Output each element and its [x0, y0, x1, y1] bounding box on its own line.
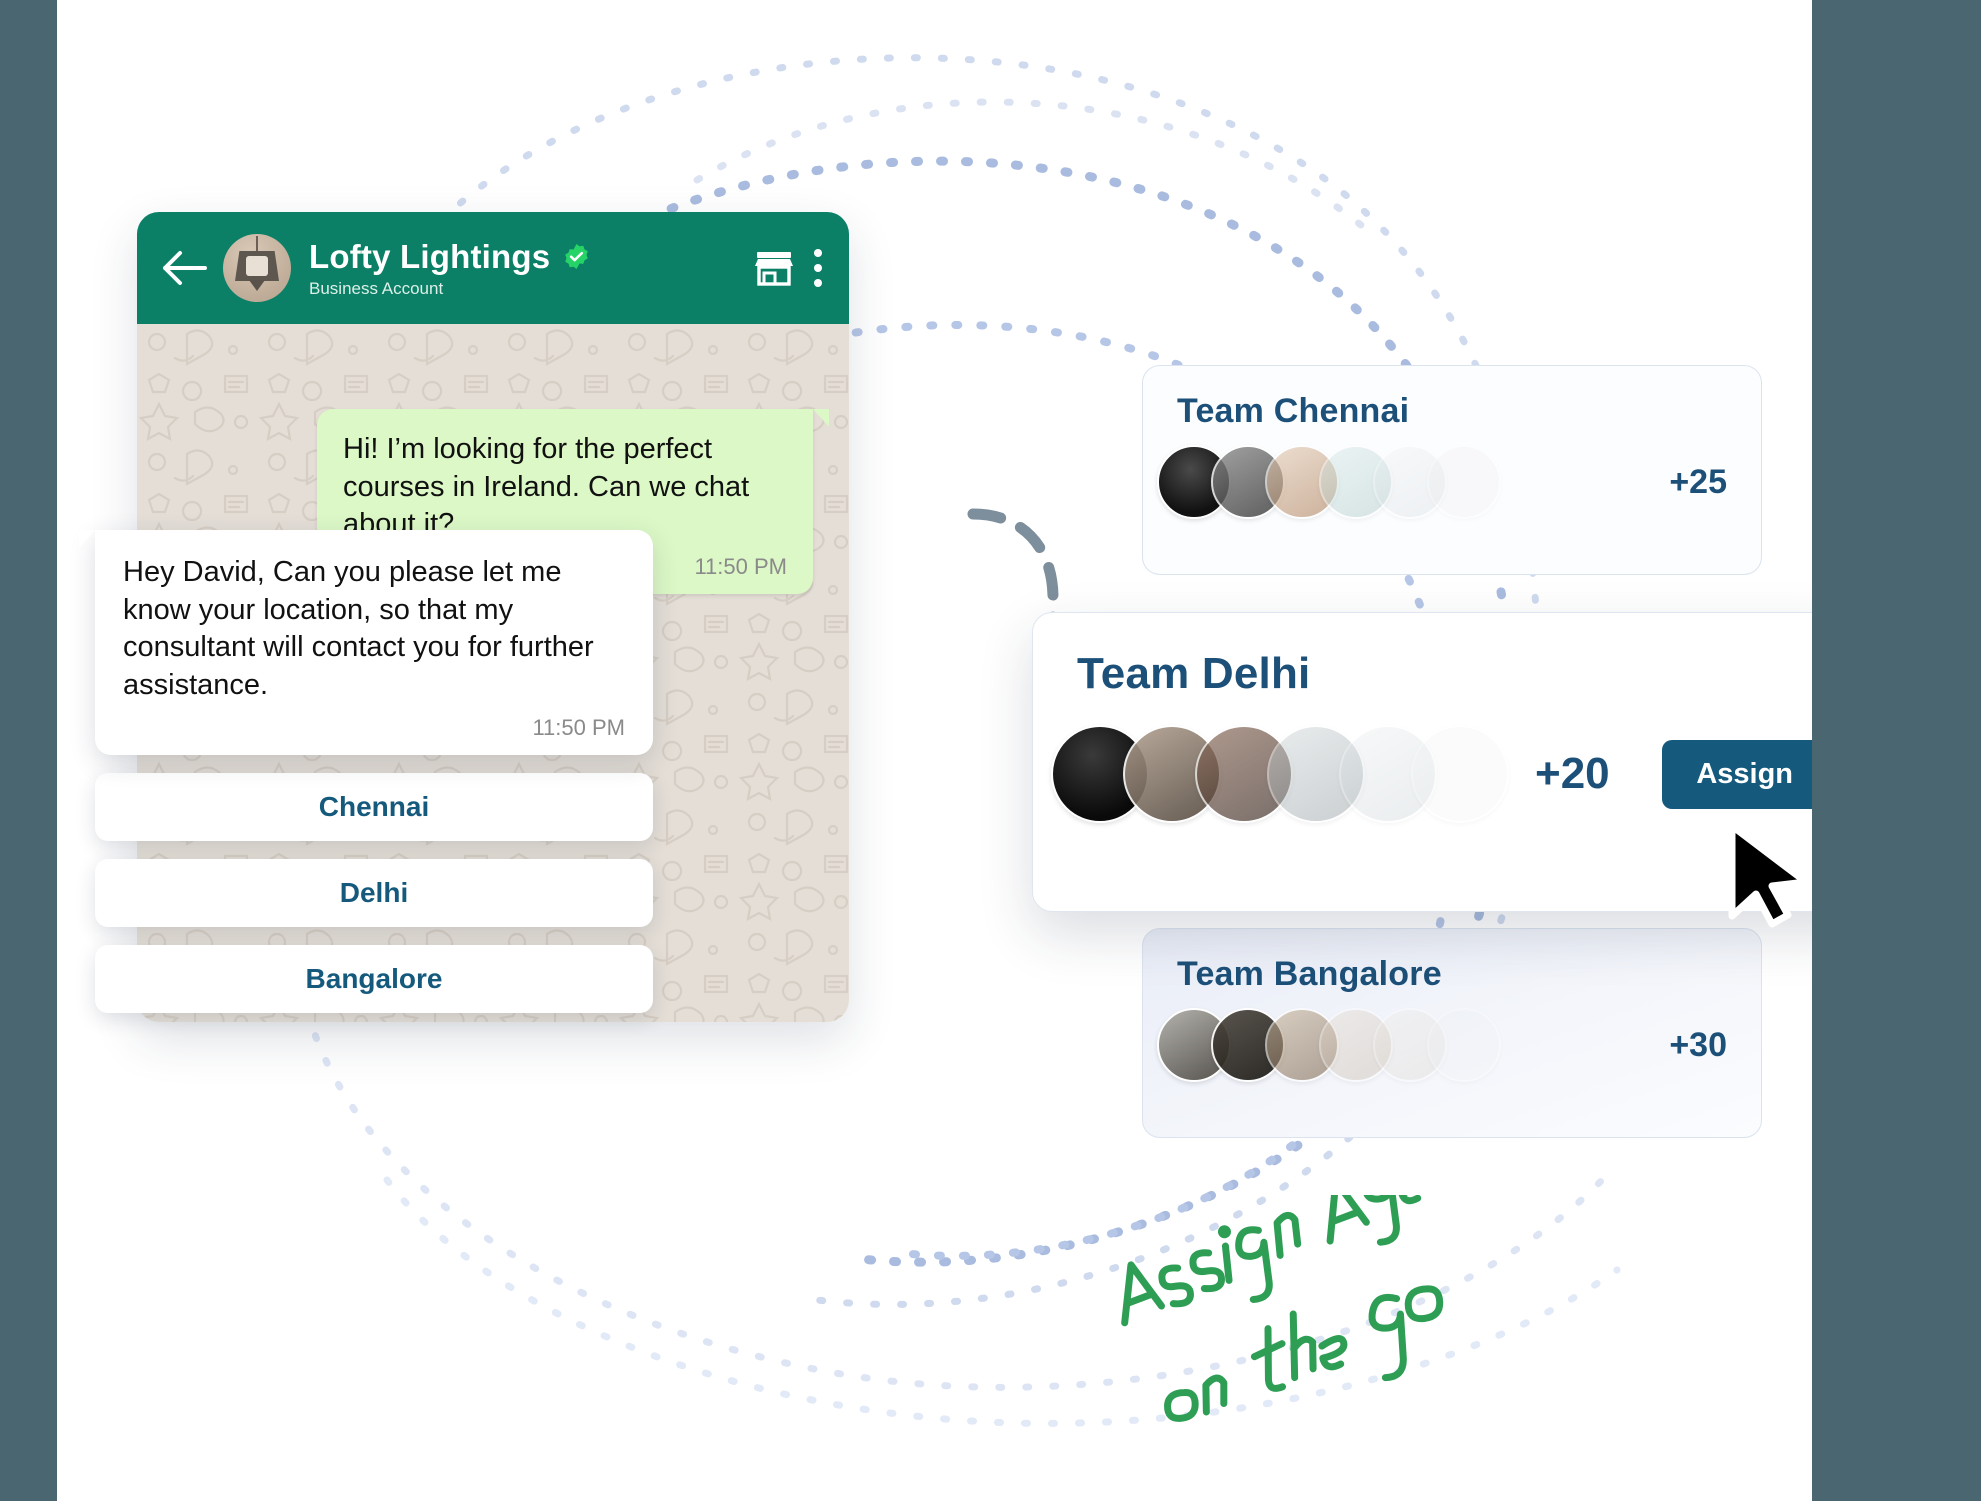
- avatar[interactable]: [223, 234, 291, 302]
- quick-reply-chennai[interactable]: Chennai: [95, 772, 653, 841]
- message-text: Hi! I’m looking for the perfect courses …: [343, 433, 750, 541]
- back-arrow-icon[interactable]: [161, 249, 207, 287]
- avatar-stack: [1157, 1008, 1501, 1082]
- team-card-bangalore[interactable]: Team Bangalore +30: [1142, 928, 1762, 1138]
- message-text: Hey David, Can you please let me know yo…: [123, 556, 594, 702]
- mouse-pointer-icon: [1728, 822, 1810, 928]
- storefront-icon[interactable]: [755, 250, 793, 286]
- team-card-delhi[interactable]: Team Delhi +20 Assign: [1032, 612, 1812, 912]
- team-name: Team Delhi: [1077, 649, 1311, 698]
- quick-reply-bangalore[interactable]: Bangalore: [95, 944, 653, 1013]
- chat-identity: Lofty Lightings Business Account: [309, 238, 755, 299]
- member-count: +20: [1535, 749, 1610, 798]
- avatar-stack: [1157, 445, 1501, 519]
- page-title: Lofty Lightings: [309, 237, 551, 275]
- message-time: 11:50 PM: [532, 714, 625, 740]
- team-name: Team Bangalore: [1177, 955, 1442, 993]
- member-count: +25: [1669, 462, 1727, 501]
- avatar: [1427, 1008, 1501, 1082]
- assign-button[interactable]: Assign: [1662, 739, 1812, 809]
- member-count: +30: [1669, 1025, 1727, 1064]
- kebab-menu-icon[interactable]: [813, 249, 823, 287]
- incoming-message-group: Hey David, Can you please let me know yo…: [79, 530, 653, 1013]
- lamp-bulbs: [246, 256, 268, 276]
- quick-reply-delhi[interactable]: Delhi: [95, 858, 653, 927]
- verified-badge-icon: [565, 243, 589, 270]
- avatar: [1411, 725, 1509, 823]
- team-card-chennai[interactable]: Team Chennai +25: [1142, 365, 1762, 575]
- content-panel: Lofty Lightings Business Account Hi! I’m…: [57, 0, 1812, 1501]
- chat-subtitle: Business Account: [309, 278, 444, 298]
- avatar-stack: [1051, 725, 1509, 823]
- incoming-message-bubble: Hey David, Can you please let me know yo…: [79, 530, 653, 755]
- avatar: [1427, 445, 1501, 519]
- chat-header: Lofty Lightings Business Account: [137, 212, 849, 324]
- lamp-base: [249, 280, 265, 291]
- team-name: Team Chennai: [1177, 392, 1410, 430]
- lamp-cord: [256, 236, 258, 252]
